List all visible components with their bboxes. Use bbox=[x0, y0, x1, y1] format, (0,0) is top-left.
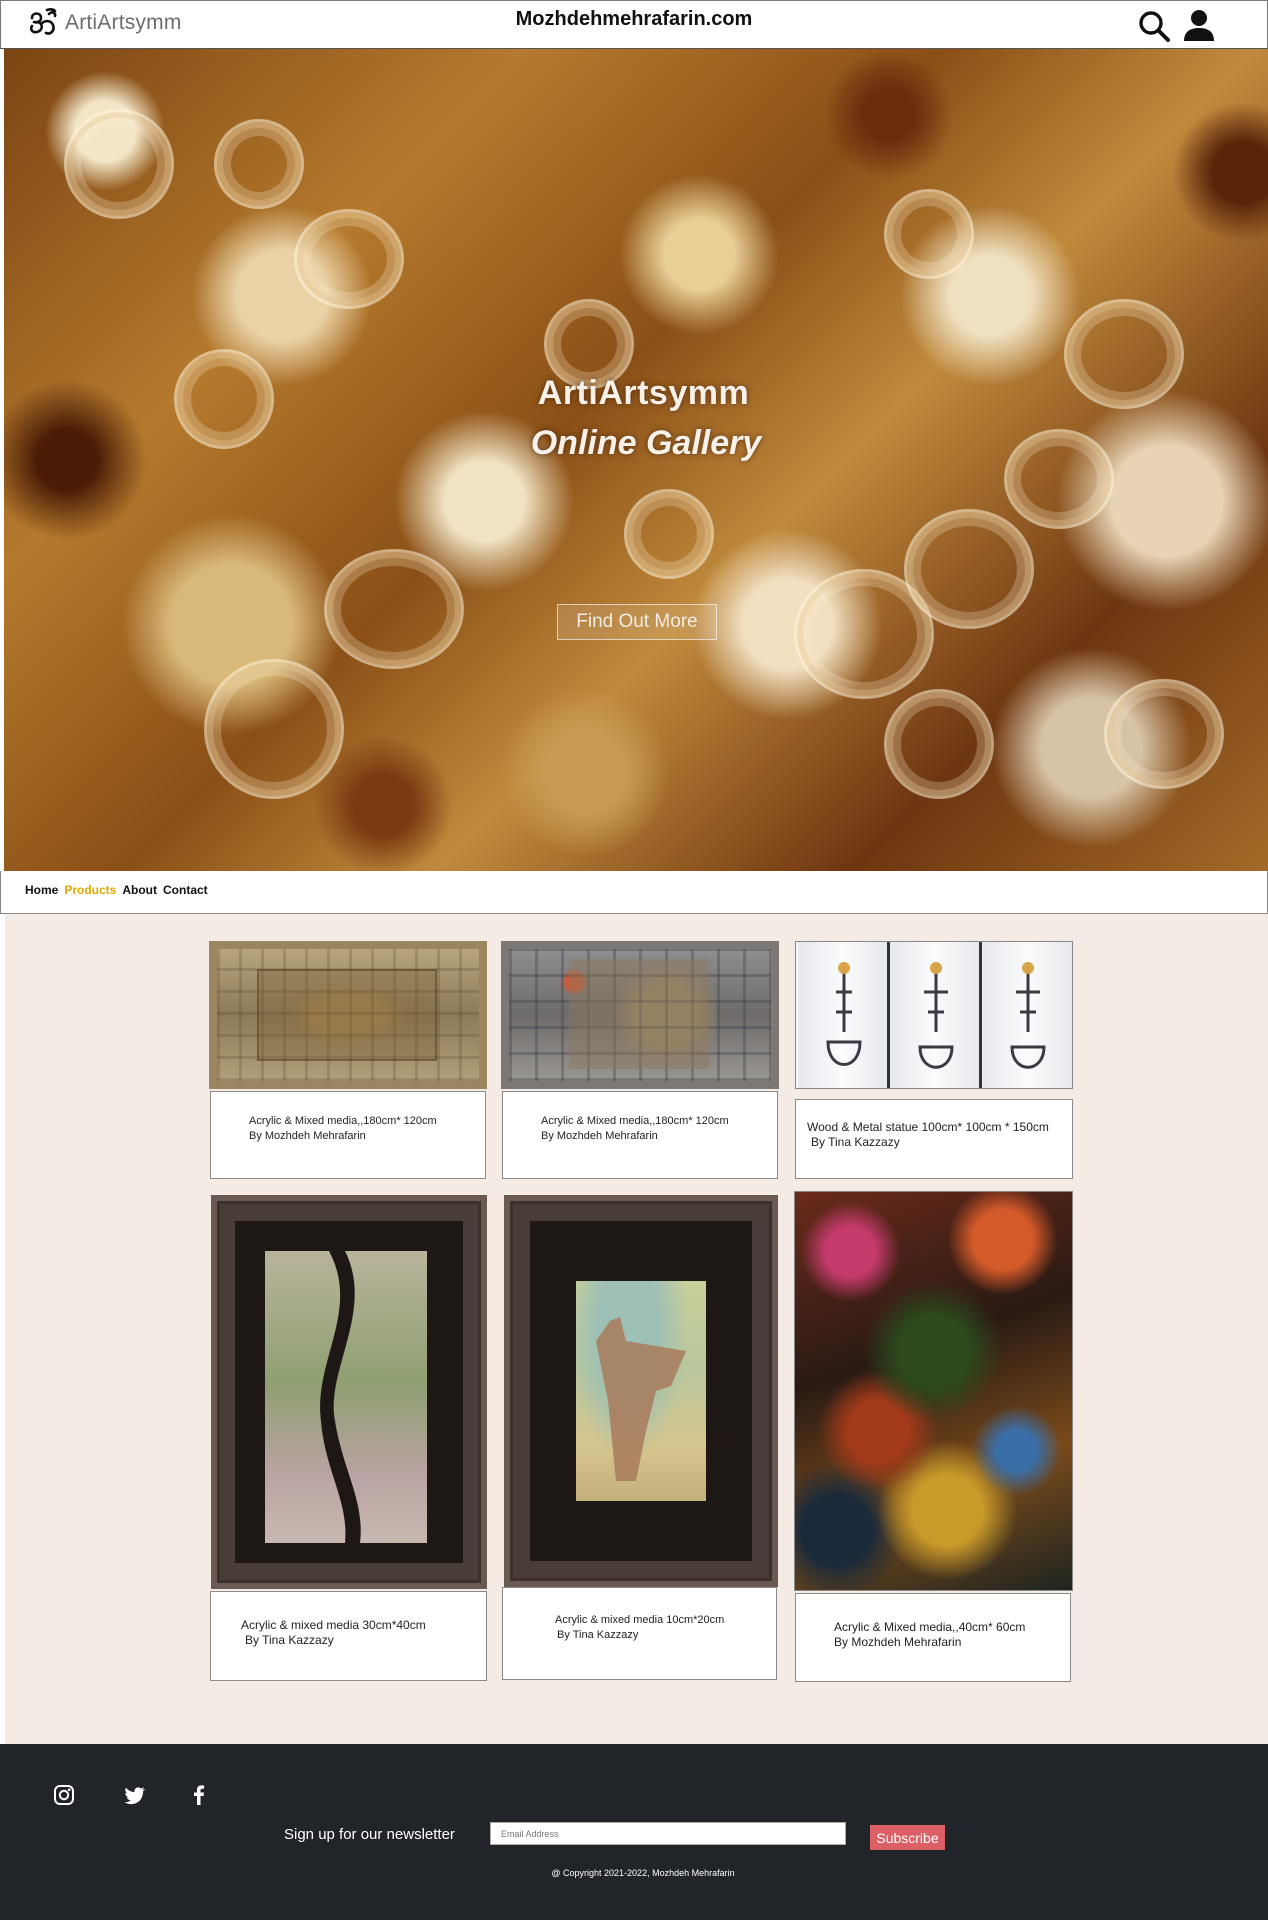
facebook-icon[interactable] bbox=[188, 1784, 210, 1806]
site-header: ArtiArtsymm Mozhdehmehrafarin.com bbox=[0, 0, 1268, 49]
email-input[interactable] bbox=[490, 1822, 846, 1845]
nav-link-contact[interactable]: Contact bbox=[163, 883, 208, 897]
painting-swirl bbox=[64, 109, 174, 219]
product-image[interactable] bbox=[211, 1195, 487, 1589]
painting-swirl bbox=[884, 189, 974, 279]
product-image[interactable] bbox=[794, 1191, 1073, 1591]
product-caption: Acrylic & mixed media 30cm*40cm By Tina … bbox=[210, 1591, 487, 1681]
nav-link-about[interactable]: About bbox=[122, 883, 157, 897]
product-artist: By Tina Kazzazy bbox=[557, 1629, 639, 1641]
product-image[interactable] bbox=[795, 941, 1073, 1089]
product-caption: Acrylic & mixed media 10cm*20cm By Tina … bbox=[502, 1587, 777, 1680]
hero-subtitle: Online Gallery bbox=[530, 424, 762, 462]
product-title: Acrylic & Mixed media,,180cm* 120cm bbox=[249, 1115, 437, 1127]
main-nav: Home Products About Contact bbox=[0, 871, 1268, 914]
painting-swirl bbox=[294, 209, 404, 309]
painting-figure bbox=[596, 1317, 686, 1481]
painting-swirl bbox=[1104, 679, 1224, 789]
product-caption: Wood & Metal statue 100cm* 100cm * 150cm… bbox=[795, 1099, 1073, 1179]
user-icon[interactable] bbox=[1181, 9, 1217, 43]
product-caption: Acrylic & Mixed media,,180cm* 120cm By M… bbox=[502, 1091, 778, 1179]
painting-swirl bbox=[324, 549, 464, 669]
painting-swirl bbox=[884, 689, 994, 799]
product-image[interactable] bbox=[501, 941, 779, 1089]
product-image[interactable] bbox=[504, 1195, 778, 1587]
site-footer: Sign up for our newsletter Subscribe @ C… bbox=[0, 1744, 1268, 1920]
carpet-medallion bbox=[257, 969, 437, 1061]
product-artist: By Mozhdeh Mehrafarin bbox=[541, 1130, 658, 1142]
painting-swirl bbox=[624, 489, 714, 579]
painting-center-panel bbox=[569, 959, 709, 1069]
search-icon[interactable] bbox=[1137, 9, 1171, 43]
newsletter-label: Sign up for our newsletter bbox=[284, 1826, 455, 1843]
painting-wave bbox=[320, 1251, 361, 1543]
product-title: Acrylic & Mixed media,,180cm* 120cm bbox=[541, 1115, 729, 1127]
painting-swirl bbox=[904, 509, 1034, 629]
product-image[interactable] bbox=[209, 941, 487, 1089]
statue-figures bbox=[826, 962, 1046, 1069]
subscribe-button[interactable]: Subscribe bbox=[870, 1825, 945, 1850]
product-artist: By Tina Kazzazy bbox=[245, 1633, 334, 1647]
product-artist: By Mozhdeh Mehrafarin bbox=[249, 1130, 366, 1142]
site-title: Mozhdehmehrafarin.com bbox=[515, 8, 753, 30]
product-title: Acrylic & mixed media 30cm*40cm bbox=[241, 1618, 426, 1632]
nav-link-products[interactable]: Products bbox=[64, 883, 116, 897]
twitter-icon[interactable] bbox=[124, 1784, 146, 1806]
instagram-icon[interactable] bbox=[53, 1784, 75, 1806]
product-title: Wood & Metal statue 100cm* 100cm * 150cm bbox=[807, 1120, 1049, 1134]
find-out-more-button[interactable]: Find Out More bbox=[557, 604, 717, 640]
product-title: Acrylic & Mixed media,,40cm* 60cm bbox=[834, 1620, 1026, 1634]
copyright-text: @ Copyright 2021-2022, Mozhdeh Mehrafari… bbox=[551, 1868, 735, 1878]
hero-banner: ArtiArtsymm Online Gallery Find Out More bbox=[4, 49, 1268, 871]
painting-swirl bbox=[204, 659, 344, 799]
product-caption: Acrylic & Mixed media,,180cm* 120cm By M… bbox=[210, 1091, 486, 1179]
painting-swirl bbox=[214, 119, 304, 209]
product-artist: By Tina Kazzazy bbox=[811, 1135, 900, 1149]
products-section: Acrylic & Mixed media,,180cm* 120cm By M… bbox=[5, 914, 1268, 1744]
product-artist: By Mozhdeh Mehrafarin bbox=[834, 1635, 962, 1649]
hero-title: ArtiArtsymm bbox=[537, 374, 750, 412]
product-title: Acrylic & mixed media 10cm*20cm bbox=[555, 1614, 725, 1626]
nav-link-home[interactable]: Home bbox=[25, 883, 58, 897]
product-caption: Acrylic & Mixed media,,40cm* 60cm By Moz… bbox=[795, 1593, 1071, 1682]
